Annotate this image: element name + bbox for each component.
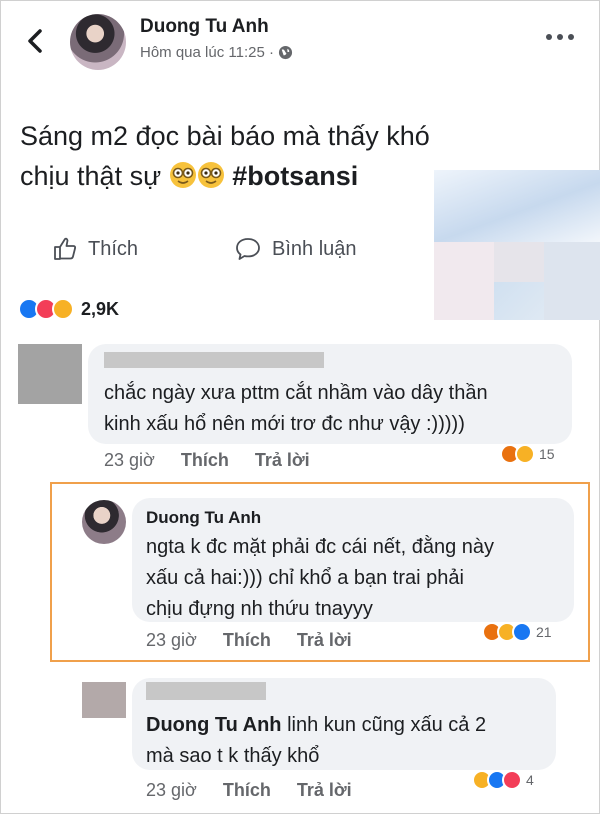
mentioned-user[interactable]: Duong Tu Anh bbox=[146, 714, 282, 736]
comment-time[interactable]: 23 giờ bbox=[146, 780, 197, 801]
comment-like-button[interactable]: Thích bbox=[223, 780, 271, 801]
commenter-avatar-blurred[interactable] bbox=[18, 344, 82, 404]
reply-actions: 23 giờ Thích Trả lời bbox=[146, 630, 352, 651]
reply-text: ngta k đc mặt phải đc cái nết, đằng này … bbox=[146, 532, 494, 625]
comment-action-label: Bình luận bbox=[272, 237, 357, 260]
post-hashtag[interactable]: #botsansi bbox=[232, 161, 358, 191]
haha-reaction-icon bbox=[515, 444, 535, 464]
reply-reply-button[interactable]: Trả lời bbox=[297, 630, 352, 651]
post-text-line2: chịu thật sự bbox=[20, 161, 162, 191]
thumbs-up-icon bbox=[54, 237, 76, 260]
comment-like-button[interactable]: Thích bbox=[181, 450, 229, 471]
comment-bubble-icon bbox=[236, 238, 260, 260]
comment-reactions[interactable]: 15 bbox=[500, 444, 555, 464]
comment-actions: 23 giờ Thích Trả lời bbox=[146, 780, 352, 801]
reply-time[interactable]: 23 giờ bbox=[146, 630, 197, 651]
reply-text-line3: chịu đựng nh thứu tnayyy bbox=[146, 598, 373, 620]
more-options-icon[interactable] bbox=[546, 34, 574, 40]
reply-author-name[interactable]: Duong Tu Anh bbox=[146, 508, 261, 528]
comment-text-line2: kinh xấu hổ nên mới trơ đc như vậy :))))… bbox=[104, 413, 465, 435]
post-timestamp[interactable]: Hôm qua lúc 11:25 · bbox=[140, 44, 274, 61]
reply-text-line1: ngta k đc mặt phải đc cái nết, đằng này bbox=[146, 536, 494, 558]
comment-text-line2: mà sao t k thấy khổ bbox=[146, 745, 320, 767]
post-meta: Hôm qua lúc 11:25 · bbox=[140, 44, 293, 61]
commenter-avatar-blurred[interactable] bbox=[82, 682, 126, 718]
comment-reaction-count: 15 bbox=[539, 446, 555, 462]
comment-actions: 23 giờ Thích Trả lời bbox=[104, 450, 310, 471]
comment-action-button[interactable]: Bình luận bbox=[234, 236, 357, 262]
comment-text: chắc ngày xưa pttm cắt nhầm vào dây thần… bbox=[104, 378, 488, 440]
globe-icon bbox=[278, 45, 293, 60]
blurred-overlay-image bbox=[434, 170, 600, 320]
commenter-name-blurred[interactable] bbox=[146, 682, 266, 700]
comment-text: Duong Tu Anh linh kun cũng xấu cả 2 mà s… bbox=[146, 710, 486, 772]
haha-reaction-icon bbox=[52, 298, 74, 320]
nerd-face-emoji-icon bbox=[169, 162, 196, 188]
comment-reply-button[interactable]: Trả lời bbox=[297, 780, 352, 801]
like-action-label: Thích bbox=[88, 237, 139, 260]
reply-text-line2: xấu cả hai:))) chỉ khổ a bạn trai phải bbox=[146, 567, 464, 589]
nerd-face-emoji-icon bbox=[197, 162, 224, 188]
reply-like-button[interactable]: Thích bbox=[223, 630, 271, 651]
author-avatar[interactable] bbox=[70, 14, 126, 70]
post-author-name[interactable]: Duong Tu Anh bbox=[140, 16, 269, 38]
comment-text-line1-rest: linh kun cũng xấu cả 2 bbox=[281, 714, 487, 736]
reaction-count: 2,9K bbox=[81, 298, 120, 319]
post-text-line1: Sáng m2 đọc bài báo mà thấy khó bbox=[20, 121, 430, 151]
reply-reactions[interactable]: 21 bbox=[482, 622, 552, 642]
comment-time[interactable]: 23 giờ bbox=[104, 450, 155, 471]
comment-reactions[interactable]: 4 bbox=[472, 770, 534, 790]
comment-reply-button[interactable]: Trả lời bbox=[255, 450, 310, 471]
like-reaction-icon bbox=[512, 622, 532, 642]
like-action-button[interactable]: Thích bbox=[52, 236, 138, 262]
back-arrow-icon[interactable] bbox=[22, 26, 50, 56]
reply-reaction-count: 21 bbox=[536, 624, 552, 640]
commenter-name-blurred[interactable] bbox=[104, 352, 324, 368]
reply-author-avatar[interactable] bbox=[82, 500, 126, 544]
love-reaction-icon bbox=[502, 770, 522, 790]
comment-text-line1: chắc ngày xưa pttm cắt nhầm vào dây thần bbox=[104, 382, 488, 404]
reaction-summary[interactable]: 2,9K bbox=[18, 298, 119, 320]
comment-reaction-count: 4 bbox=[526, 772, 534, 788]
